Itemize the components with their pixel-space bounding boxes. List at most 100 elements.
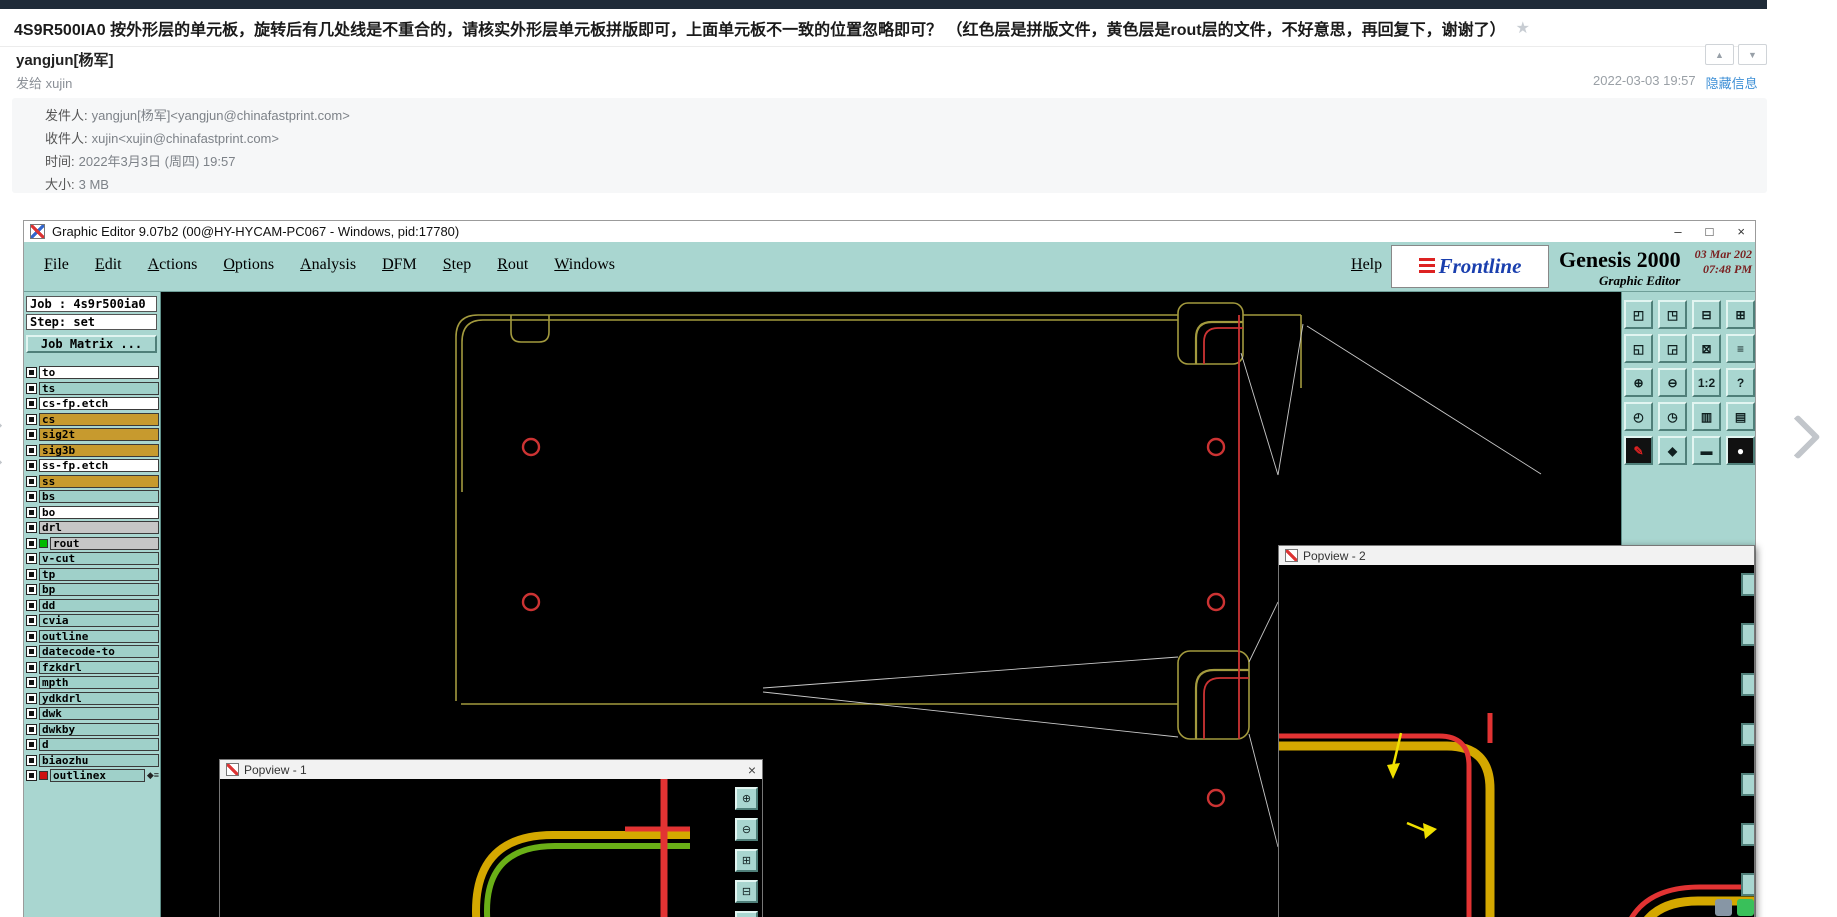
hide-info-link[interactable]: 隐藏信息	[1706, 73, 1758, 92]
layer-row-fzkdrl[interactable]: fzkdrl	[26, 660, 159, 676]
layer-row-ss[interactable]: ss	[26, 474, 159, 490]
layer-row-dd[interactable]: dd	[26, 598, 159, 614]
layer-row-rout[interactable]: rout	[26, 536, 159, 552]
app-titlebar[interactable]: Graphic Editor 9.07b2 (00@HY-HYCAM-PC067…	[24, 221, 1755, 243]
layer-checkbox[interactable]	[26, 444, 37, 456]
layer-checkbox[interactable]	[26, 553, 37, 565]
layer-name[interactable]: d	[39, 738, 159, 752]
layer-checkbox[interactable]	[26, 506, 37, 518]
layer-checkbox[interactable]	[26, 692, 37, 704]
layer-row-ydkdrl[interactable]: ydkdrl	[26, 691, 159, 707]
menu-edit[interactable]: Edit	[95, 256, 122, 274]
layer-name[interactable]: sig2t	[39, 428, 159, 442]
close-icon[interactable]: ×	[1737, 224, 1745, 239]
toolbar-button-10[interactable]: ⊖	[1658, 368, 1687, 397]
popview-2-titlebar[interactable]: Popview - 2	[1279, 546, 1754, 566]
layer-name[interactable]: dwk	[39, 707, 159, 721]
toolbar-button-7[interactable]: ⊠	[1692, 334, 1721, 363]
toolbar-button-13[interactable]: ◴	[1624, 402, 1653, 431]
layer-row-bs[interactable]: bs	[26, 489, 159, 505]
step-field[interactable]: Step: set	[26, 314, 157, 330]
layer-checkbox[interactable]	[26, 491, 37, 503]
toolbar-button-4[interactable]: ⊞	[1726, 300, 1755, 329]
next-mail-button[interactable]: ▼	[1738, 44, 1767, 65]
popview2-tool-icon[interactable]	[1741, 723, 1754, 746]
layer-name[interactable]: outline	[39, 629, 159, 643]
layer-name[interactable]: drl	[39, 521, 159, 535]
popview2-tool-icon[interactable]	[1741, 773, 1754, 796]
toolbar-button-14[interactable]: ◷	[1658, 402, 1687, 431]
layer-name[interactable]: mpth	[39, 676, 159, 690]
layer-checkbox[interactable]	[26, 367, 37, 379]
toolbar-button-8[interactable]: ≡	[1726, 334, 1755, 363]
layer-row-d[interactable]: d	[26, 737, 159, 753]
layer-name[interactable]: outlinex	[50, 769, 145, 783]
menu-rout[interactable]: Rout	[497, 256, 528, 274]
toolbar-button-5[interactable]: ◱	[1624, 334, 1653, 363]
toolbar-button-19[interactable]: ▬	[1692, 436, 1721, 465]
layer-checkbox[interactable]	[26, 646, 37, 658]
layer-checkbox[interactable]	[26, 661, 37, 673]
popview1-tool-icon[interactable]: ⊟	[735, 880, 758, 903]
layer-name[interactable]: sig3b	[39, 443, 159, 457]
layer-row-bo[interactable]: bo	[26, 505, 159, 521]
layer-checkbox[interactable]	[26, 708, 37, 720]
layer-row-dwk[interactable]: dwk	[26, 706, 159, 722]
popview1-tool-icon[interactable]: ⊖	[735, 818, 758, 841]
popview2-tool-icon[interactable]	[1741, 823, 1754, 846]
layer-checkbox[interactable]	[26, 677, 37, 689]
layer-checkbox[interactable]	[26, 522, 37, 534]
menu-windows[interactable]: Windows	[554, 256, 615, 274]
layer-row-bp[interactable]: bp	[26, 582, 159, 598]
toolbar-button-pen[interactable]: ✎	[1624, 436, 1653, 465]
popview2-tool-icon[interactable]	[1741, 873, 1754, 896]
layer-checkbox[interactable]	[26, 770, 37, 782]
popview2-tool-icon[interactable]	[1741, 673, 1754, 696]
layer-checkbox[interactable]	[26, 630, 37, 642]
layer-row-drl[interactable]: drl	[26, 520, 159, 536]
previous-image-chevron[interactable]	[0, 421, 21, 467]
popview2-tool-icon[interactable]	[1741, 573, 1754, 596]
layer-name[interactable]: bp	[39, 583, 159, 597]
layer-row-datecode-to[interactable]: datecode-to	[26, 644, 159, 660]
layer-checkbox[interactable]	[26, 398, 37, 410]
layer-name[interactable]: cvia	[39, 614, 159, 628]
taskbar-icon-gray[interactable]	[1715, 899, 1732, 916]
layer-checkbox[interactable]	[26, 568, 37, 580]
layer-name[interactable]: rout	[50, 536, 159, 550]
next-image-chevron[interactable]	[1775, 414, 1821, 460]
maximize-icon[interactable]: □	[1706, 224, 1714, 239]
layer-checkbox[interactable]	[26, 754, 37, 766]
layer-name[interactable]: dd	[39, 598, 159, 612]
layer-row-tp[interactable]: tp	[26, 567, 159, 583]
toolbar-button-16[interactable]: ▤	[1726, 402, 1755, 431]
menu-options[interactable]: Options	[223, 256, 274, 274]
layer-name[interactable]: to	[39, 366, 159, 380]
layer-name[interactable]: ss-fp.etch	[39, 459, 159, 473]
layer-row-cvia[interactable]: cvia	[26, 613, 159, 629]
job-field[interactable]: Job : 4s9r500ia0	[26, 296, 157, 312]
layer-name[interactable]: bs	[39, 490, 159, 504]
layer-row-ts[interactable]: ts	[26, 381, 159, 397]
layer-row-v-cut[interactable]: v-cut	[26, 551, 159, 567]
layer-name[interactable]: biaozhu	[39, 753, 159, 767]
layer-checkbox[interactable]	[26, 537, 37, 549]
layer-checkbox[interactable]	[26, 615, 37, 627]
toolbar-button-1[interactable]: ◰	[1624, 300, 1653, 329]
layer-name[interactable]: cs	[39, 412, 159, 426]
layer-row-outline[interactable]: outline	[26, 629, 159, 645]
toolbar-button-6[interactable]: ◲	[1658, 334, 1687, 363]
taskbar-icon-green[interactable]	[1737, 899, 1754, 916]
layer-name[interactable]: cs-fp.etch	[39, 397, 159, 411]
toolbar-button-3[interactable]: ⊟	[1692, 300, 1721, 329]
layer-name[interactable]: ts	[39, 381, 159, 395]
popview-close-icon[interactable]: ×	[748, 763, 756, 777]
toolbar-button-help[interactable]: ?	[1726, 368, 1755, 397]
layer-checkbox[interactable]	[26, 723, 37, 735]
popview-1-titlebar[interactable]: Popview - 1 ×	[220, 760, 762, 780]
layer-row-dwkby[interactable]: dwkby	[26, 722, 159, 738]
toolbar-button-18[interactable]: ◆	[1658, 436, 1687, 465]
menu-analysis[interactable]: Analysis	[300, 256, 356, 274]
layer-checkbox[interactable]	[26, 475, 37, 487]
toolbar-button-9[interactable]: ⊕	[1624, 368, 1653, 397]
